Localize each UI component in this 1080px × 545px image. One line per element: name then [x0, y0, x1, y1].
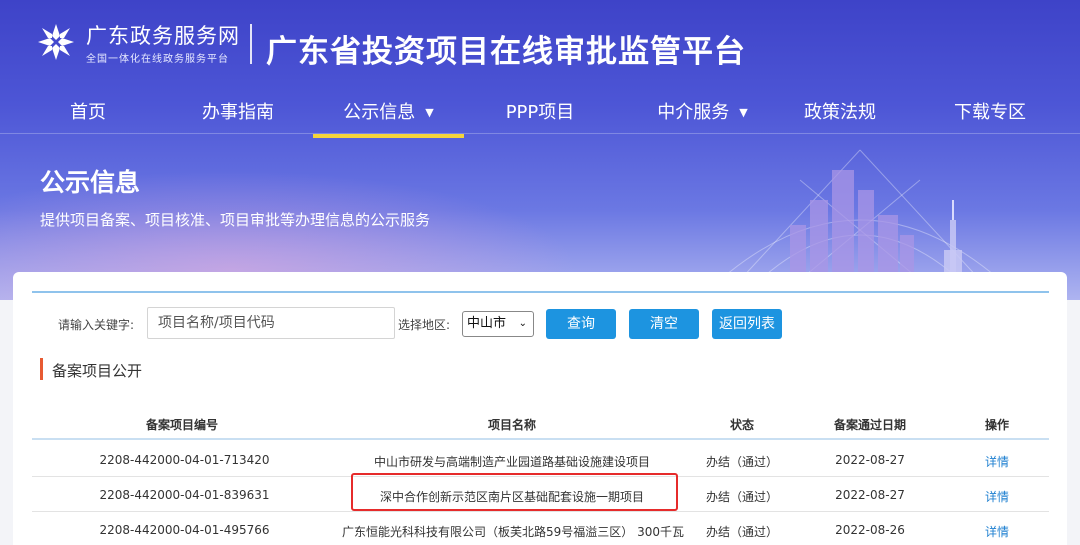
caret-down-icon: ▼	[425, 106, 434, 119]
brand-subtitle: 全国一体化在线政务服务平台	[86, 54, 229, 65]
query-button[interactable]: 查询	[546, 309, 616, 339]
keyword-input[interactable]	[147, 307, 395, 339]
clear-button[interactable]: 清空	[629, 309, 699, 339]
nav-item-guide[interactable]: 办事指南	[188, 98, 288, 134]
highlight-annotation-box	[351, 473, 678, 511]
column-header-code: 备案项目编号	[145, 418, 218, 432]
page-description: 提供项目备案、项目核准、项目审批等办理信息的公示服务	[40, 211, 431, 229]
nav-item-agency-services[interactable]: 中介服务 ▼	[640, 98, 765, 134]
nav-item-label: 下载专区	[954, 102, 1026, 123]
region-label: 选择地区:	[398, 318, 451, 332]
column-header-action: 操作	[984, 418, 1009, 432]
chevron-down-icon: ⌄	[518, 318, 527, 329]
keyword-label: 请输入关键字:	[58, 318, 135, 332]
cell-code: 2208-442000-04-01-495766	[99, 523, 270, 537]
cell-name: 中山市研发与高端制造产业园道路基础设施建设项目	[373, 455, 650, 469]
platform-title: 广东省投资项目在线审批监管平台	[266, 34, 746, 70]
cell-status: 办结（通过）	[705, 525, 778, 539]
list-subhead: 备案项目公开	[52, 362, 143, 380]
brand-name[interactable]: 广东政务服务网	[86, 20, 240, 50]
detail-link[interactable]: 详情	[967, 523, 1027, 540]
nav-item-ppp[interactable]: PPP项目	[490, 98, 590, 134]
cell-name: 广东恒能光科科技有限公司（板芙北路59号福溢三区） 300千瓦	[342, 525, 684, 539]
cell-date: 2022-08-27	[835, 453, 905, 467]
nav-item-home[interactable]: 首页	[48, 98, 128, 134]
detail-link[interactable]: 详情	[967, 488, 1027, 505]
main-nav: 首页 办事指南 公示信息 ▼ PPP项目 中介服务 ▼ 政策法规 下载专区	[0, 88, 1080, 138]
cell-code: 2208-442000-04-01-713420	[99, 453, 270, 467]
column-header-name: 项目名称	[487, 418, 536, 432]
nav-item-downloads[interactable]: 下载专区	[940, 98, 1040, 134]
site-header: 广东政务服务网 全国一体化在线政务服务平台 广东省投资项目在线审批监管平台	[0, 0, 1080, 88]
table-row: 2208-442000-04-01-495766 广东恒能光科科技有限公司（板芙…	[32, 512, 1049, 545]
column-header-date: 备案通过日期	[833, 418, 906, 432]
caret-down-icon: ▼	[739, 106, 748, 119]
column-header-status: 状态	[729, 418, 754, 432]
region-select-value: 中山市	[467, 316, 507, 331]
table-row: 2208-442000-04-01-713420 中山市研发与高端制造产业园道路…	[32, 442, 1049, 477]
cell-code: 2208-442000-04-01-839631	[99, 488, 270, 502]
city-skyline-illustration	[719, 149, 1001, 280]
cell-status: 办结（通过）	[705, 490, 778, 504]
nav-item-label: PPP项目	[505, 102, 575, 123]
cell-status: 办结（通过）	[705, 455, 778, 469]
region-select[interactable]: 中山市 ⌄	[462, 311, 534, 337]
nav-item-label: 办事指南	[202, 102, 274, 123]
back-to-list-button[interactable]: 返回列表	[712, 309, 782, 339]
page-title: 公示信息	[40, 168, 141, 197]
nav-item-label: 首页	[70, 102, 106, 123]
brand-divider	[250, 24, 252, 64]
nav-item-label: 中介服务	[657, 102, 730, 123]
detail-link[interactable]: 详情	[967, 453, 1027, 470]
nav-item-public-info[interactable]: 公示信息 ▼	[313, 98, 464, 138]
nav-item-label: 公示信息	[343, 102, 416, 123]
nav-item-policies[interactable]: 政策法规	[790, 98, 890, 134]
nav-item-label: 政策法规	[804, 102, 876, 123]
subhead-marker	[40, 358, 43, 380]
guangdong-gov-logo-icon[interactable]	[36, 22, 76, 62]
table-header: 备案项目编号 项目名称 状态 备案通过日期 操作	[32, 410, 1049, 440]
cell-date: 2022-08-26	[835, 523, 905, 537]
cell-date: 2022-08-27	[835, 488, 905, 502]
